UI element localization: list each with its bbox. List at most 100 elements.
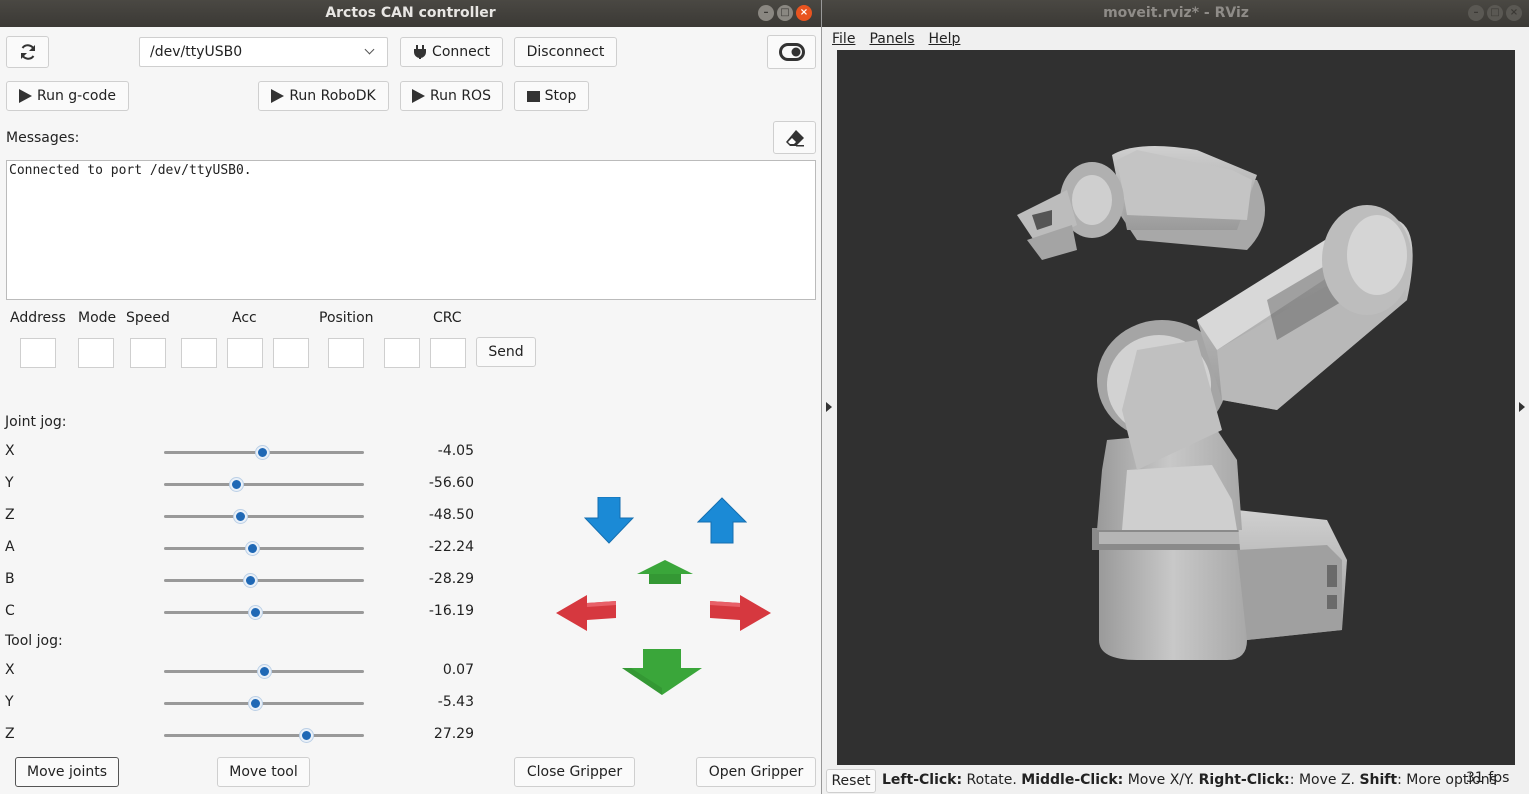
mode-input[interactable] xyxy=(78,338,114,368)
arrow-left-red-icon[interactable] xyxy=(555,594,617,632)
send-button[interactable]: Send xyxy=(476,337,536,367)
axis-name-z: Z xyxy=(5,507,15,523)
axis-value-x: 0.07 xyxy=(442,662,474,678)
axis-name-y: Y xyxy=(5,694,14,710)
acc-input[interactable] xyxy=(227,338,263,368)
menu-file[interactable]: File xyxy=(832,31,855,47)
slider-track[interactable] xyxy=(164,515,364,518)
close-gripper-label: Close Gripper xyxy=(526,764,623,780)
window-controls: – □ × xyxy=(758,5,812,21)
arrow-right-red-icon[interactable] xyxy=(709,594,772,632)
arrow-back-green-icon[interactable] xyxy=(621,648,703,696)
speed-input[interactable] xyxy=(130,338,166,368)
open-gripper-button[interactable]: Open Gripper xyxy=(696,757,816,787)
arrow-forward-green-icon[interactable] xyxy=(636,559,694,585)
stop-icon xyxy=(526,90,540,102)
fps-counter: 31 fps xyxy=(1466,770,1510,786)
jog-slider-y[interactable] xyxy=(164,476,364,492)
slider-handle[interactable] xyxy=(256,446,269,459)
open-gripper-label: Open Gripper xyxy=(708,764,804,780)
jog-slider-c[interactable] xyxy=(164,604,364,620)
disconnect-label: Disconnect xyxy=(526,44,605,60)
jog-slider-b[interactable] xyxy=(164,572,364,588)
port-select-value: /dev/ttyUSB0 xyxy=(150,44,243,60)
connect-label: Connect xyxy=(432,44,490,60)
jog-slider-y[interactable] xyxy=(164,695,364,711)
messages-label: Messages: xyxy=(6,130,80,146)
close-icon[interactable]: × xyxy=(1506,5,1522,21)
connect-button[interactable]: Connect xyxy=(400,37,503,67)
window-titlebar: Arctos CAN controller – □ × xyxy=(0,0,821,27)
minimize-icon[interactable]: – xyxy=(1468,5,1484,21)
slider-track[interactable] xyxy=(164,547,364,550)
stop-button[interactable]: Stop xyxy=(514,81,589,111)
right-click-key: Right-Click: xyxy=(1198,772,1290,788)
play-icon xyxy=(19,89,32,103)
run-gcode-button[interactable]: Run g-code xyxy=(6,81,129,111)
refresh-ports-button[interactable] xyxy=(6,36,49,68)
messages-textarea[interactable]: Connected to port /dev/ttyUSB0. xyxy=(6,160,816,300)
play-icon xyxy=(271,89,285,103)
axis-value-y: -5.43 xyxy=(437,694,474,710)
plug-icon xyxy=(414,45,427,59)
left-panel-toggle-icon[interactable] xyxy=(826,402,832,412)
arrow-down-blue-icon[interactable] xyxy=(584,497,634,544)
robot-arm-model xyxy=(1017,146,1413,660)
maximize-icon[interactable]: □ xyxy=(777,5,793,21)
jog-slider-a[interactable] xyxy=(164,540,364,556)
slider-handle[interactable] xyxy=(230,478,243,491)
slider-handle[interactable] xyxy=(300,729,313,742)
move-joints-label: Move joints xyxy=(27,764,107,780)
run-ros-button[interactable]: Run ROS xyxy=(400,81,503,111)
axis-name-x: X xyxy=(5,443,15,459)
move-joints-button[interactable]: Move joints xyxy=(15,757,119,787)
address-input[interactable] xyxy=(20,338,56,368)
jog-slider-z[interactable] xyxy=(164,508,364,524)
theme-toggle-button[interactable] xyxy=(767,35,816,69)
disconnect-button[interactable]: Disconnect xyxy=(514,37,617,67)
jog-slider-x[interactable] xyxy=(164,663,364,679)
slider-track[interactable] xyxy=(164,483,364,486)
run-robodk-button[interactable]: Run RoboDK xyxy=(258,81,389,111)
slider-handle[interactable] xyxy=(234,510,247,523)
position-input[interactable] xyxy=(328,338,364,368)
clear-messages-button[interactable] xyxy=(773,121,816,154)
menu-help[interactable]: Help xyxy=(929,31,961,47)
axis-value-c: -16.19 xyxy=(428,603,474,619)
right-panel-toggle-icon[interactable] xyxy=(1519,402,1525,412)
speed-input-2[interactable] xyxy=(181,338,217,368)
crc-input[interactable] xyxy=(430,338,466,368)
slider-track[interactable] xyxy=(164,734,364,737)
chevron-down-icon xyxy=(364,44,375,55)
jog-slider-x[interactable] xyxy=(164,444,364,460)
refresh-icon xyxy=(20,44,35,60)
maximize-icon[interactable]: □ xyxy=(1487,5,1503,21)
menu-panels[interactable]: Panels xyxy=(869,31,914,47)
minimize-icon[interactable]: – xyxy=(758,5,774,21)
left-click-desc: Rotate. xyxy=(962,772,1022,788)
slider-handle[interactable] xyxy=(246,542,259,555)
position-input-2[interactable] xyxy=(384,338,420,368)
axis-value-z: -48.50 xyxy=(428,507,474,523)
acc-input-2[interactable] xyxy=(273,338,309,368)
arrow-up-blue-icon[interactable] xyxy=(697,497,747,544)
slider-handle[interactable] xyxy=(249,606,262,619)
acc-header: Acc xyxy=(232,310,257,326)
close-icon[interactable]: × xyxy=(796,5,812,21)
reset-view-button[interactable]: Reset xyxy=(826,769,876,793)
play-icon xyxy=(412,89,426,103)
slider-track[interactable] xyxy=(164,702,364,705)
slider-track[interactable] xyxy=(164,579,364,582)
port-select[interactable]: /dev/ttyUSB0 xyxy=(139,37,388,67)
status-hint-text: Left-Click: Rotate. Middle-Click: Move X… xyxy=(882,772,1497,788)
reset-label: Reset xyxy=(831,773,871,789)
slider-track[interactable] xyxy=(164,611,364,614)
3d-viewport[interactable] xyxy=(837,50,1515,765)
slider-handle[interactable] xyxy=(244,574,257,587)
middle-click-desc: Move X/Y. xyxy=(1123,772,1199,788)
jog-slider-z[interactable] xyxy=(164,727,364,743)
slider-handle[interactable] xyxy=(258,665,271,678)
slider-handle[interactable] xyxy=(249,697,262,710)
close-gripper-button[interactable]: Close Gripper xyxy=(514,757,635,787)
move-tool-button[interactable]: Move tool xyxy=(217,757,310,787)
